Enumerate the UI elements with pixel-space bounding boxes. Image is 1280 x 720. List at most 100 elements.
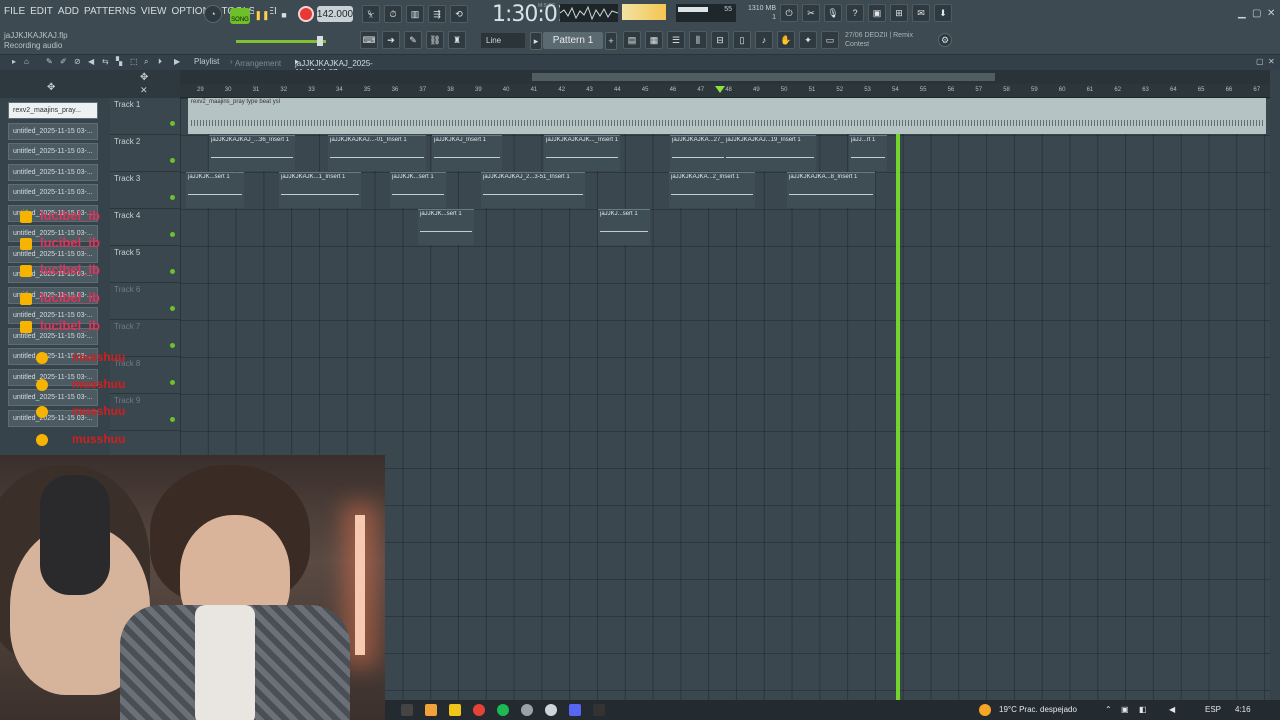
master-volume-track[interactable] [236,40,326,43]
add-pattern-button[interactable]: + [605,32,617,50]
zoom-icon[interactable]: ⌕ [144,57,148,67]
snap-selector[interactable]: Line [481,33,525,48]
playlist-maximize-icon[interactable]: ▢ [1256,57,1264,66]
clock[interactable]: 4:16 [1235,705,1251,714]
record-button[interactable] [298,6,314,22]
pattern-prev-button[interactable]: ▸ [530,32,542,50]
tray-app-icon[interactable]: ▣ [1121,705,1129,714]
audio-clip[interactable]: jaJJKJKAJKAJ...-01_Insert 1 [328,135,426,171]
draw-icon[interactable]: ✎ [46,57,53,66]
playlist-close-icon[interactable]: ✕ [1268,57,1275,66]
clipboard-icon[interactable]: ▯ [733,31,751,49]
delete-tool-icon[interactable]: ⊘ [74,57,81,66]
audio-clip[interactable]: jaJJKJKAJKAJK..._Insert 1 [544,135,620,171]
playlist-menu-icon[interactable]: ▸ [12,57,16,66]
news-settings-icon[interactable]: ⚙ [938,33,952,47]
overview-scroll-thumb[interactable] [532,73,995,81]
tray-chevron-icon[interactable]: ⌃ [1105,705,1112,714]
playhead-marker[interactable] [715,86,725,93]
file-explorer-icon[interactable] [449,704,461,716]
audio-clip[interactable]: jaJJKJKAJKAJ_2...3-51_Insert 1 [481,172,585,208]
track-enable-led[interactable] [170,380,175,385]
audio-clip[interactable]: jaJJKJKAJKAJ_...36_Insert 1 [209,135,295,171]
menu-edit[interactable]: EDIT [30,6,53,17]
audio-clip[interactable]: jaJJKJKAJK...1_Insert 1 [279,172,361,208]
audio-clip[interactable]: jaJJKJ...sert 1 [598,209,650,245]
hint-icon[interactable]: ✋ [777,31,795,49]
picker-move-icon[interactable]: ✥ [47,82,55,93]
chat-icon[interactable]: ✉ [912,4,930,22]
tuner-icon[interactable]: ♪ [755,31,773,49]
track-enable-led[interactable] [170,343,175,348]
volume-icon[interactable]: ◀ [1169,705,1175,714]
track-header[interactable]: Track 5 [110,246,180,283]
audio-clip[interactable]: jaJJ...rt 1 [849,135,887,171]
playlist-overview[interactable] [180,70,1270,84]
track-close-icon[interactable]: ✕ [140,85,148,96]
menu-patterns[interactable]: PATTERNS [84,6,136,17]
stamp-icon[interactable]: ♜ [448,31,466,49]
mute-tool-icon[interactable]: ◀ [88,57,94,66]
keyboard-icon[interactable]: ⌨ [360,31,378,49]
audio-clip[interactable]: jaJJKJK...sert 1 [186,172,244,208]
weather-text[interactable]: 19°C Prac. despejado [999,705,1077,714]
mixer-icon[interactable]: ⫼ [689,31,707,49]
cut-icon[interactable]: ✂ [802,4,820,22]
language-indicator[interactable]: ESP [1205,705,1221,714]
obs-icon[interactable] [545,704,557,716]
play-from-icon[interactable]: ⏵ [158,57,162,67]
picker-item[interactable]: rexv2_maajins_pray... [8,102,98,119]
track-enable-led[interactable] [170,269,175,274]
taskbar-app-icon[interactable] [425,704,437,716]
brush-icon[interactable]: ✎ [404,31,422,49]
track-move-icon[interactable]: ✥ [140,72,148,83]
pause-button[interactable]: ❚❚ [254,6,270,24]
menu-add[interactable]: ADD [58,6,79,17]
wait-input-icon[interactable]: ⏱ [384,5,402,23]
track-enable-led[interactable] [170,232,175,237]
picker-item[interactable]: untitled_2025-11-15 03-... [8,184,98,201]
metronome-icon[interactable]: ⏧ [362,5,380,23]
audio-clip[interactable]: jaJJKJKAJKAJ...19_Insert 1 [724,135,816,171]
close-icon[interactable]: ✕ [1267,8,1275,19]
browser-icon[interactable]: ⊟ [711,31,729,49]
audio-clip[interactable]: jaJJKJKAJ_Insert 1 [432,135,502,171]
song-mode-toggle[interactable]: SONG [230,8,250,24]
audio-clip[interactable]: jaJJKJKAJKA...8_Insert 1 [787,172,875,208]
menu-file[interactable]: FILE [4,6,25,17]
menu-view[interactable]: VIEW [141,6,167,17]
plugin-icon[interactable]: ⊞ [890,4,908,22]
track-enable-led[interactable] [170,306,175,311]
save-icon[interactable]: ▣ [868,4,886,22]
arrow-icon[interactable]: ➔ [382,31,400,49]
spotify-icon[interactable] [497,704,509,716]
track-enable-led[interactable] [170,195,175,200]
loop-record-icon[interactable]: ⟲ [450,5,468,23]
paint-icon[interactable]: ✐ [60,57,67,66]
slice-icon[interactable]: ▚ [116,57,122,66]
track-header[interactable]: Track 2 [110,135,180,172]
slip-icon[interactable]: ⇆ [102,57,109,66]
tempo-display[interactable]: 142.000 [317,6,353,22]
countdown-icon[interactable]: ▥ [406,5,424,23]
network-icon[interactable]: ◧ [1139,705,1147,714]
track-enable-led[interactable] [170,417,175,422]
stop-button[interactable]: ■ [276,6,292,24]
chrome-icon[interactable] [473,704,485,716]
master-pitch-knob[interactable]: ◔ [204,5,222,23]
audio-clip[interactable]: jaJJKJKAJKA...2_Insert 1 [669,172,755,208]
help-icon[interactable]: ? [846,4,864,22]
picker-item[interactable]: untitled_2025-11-15 03-... [8,122,98,140]
magnet-icon[interactable]: ⌂ [24,57,29,66]
piano-roll-icon[interactable]: ▦ [645,31,663,49]
taskbar-app-icon[interactable] [401,704,413,716]
shop-icon[interactable]: ▭ [821,31,839,49]
download-icon[interactable]: ⬇ [934,4,952,22]
master-volume-knob[interactable] [317,36,323,46]
audio-clip[interactable]: jaJJKJK...sert 1 [418,209,474,245]
track-header[interactable]: Track 6 [110,283,180,320]
news-panel[interactable]: 27/06 DEDZII | Remix Contest [845,31,913,49]
track-header[interactable]: Track 4 [110,209,180,246]
audio-clip[interactable]: jaJJKJK...sert 1 [390,172,446,208]
timeline-ruler[interactable]: 29 30 31 32 33 34 35 36 37 38 39 40 41 42 43 44 45 46 47 48… [180,84,1270,98]
